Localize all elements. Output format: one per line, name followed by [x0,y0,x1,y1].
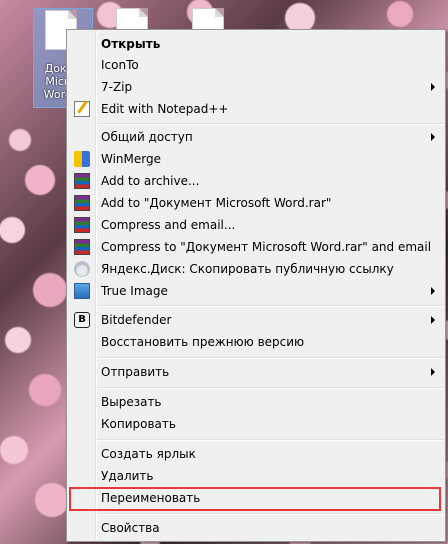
menu-item-label: Отправить [101,365,170,379]
submenu-arrow-icon [431,368,435,376]
winmerge-icon [74,151,90,167]
menu-item-label: Bitdefender [101,313,172,327]
notepad-icon [74,101,90,117]
menu-item-label: Копировать [101,417,176,431]
menu-item-delete[interactable]: Удалить [69,465,441,487]
menu-item-label: Свойства [101,521,160,535]
menu-item-label: Compress and email... [101,218,236,232]
menu-item-compress-rar-email[interactable]: Compress to "Документ Microsoft Word.rar… [69,236,441,258]
menu-item-notepadpp[interactable]: Edit with Notepad++ [69,98,441,120]
context-menu: Открыть IconTo 7-Zip Edit with Notepad++… [66,29,446,542]
menu-item-label: Compress to "Документ Microsoft Word.rar… [101,240,432,254]
menu-separator [97,439,443,441]
menu-separator [97,387,443,389]
menu-item-label: Вырезать [101,395,162,409]
menu-item-label: Удалить [101,469,154,483]
winrar-icon [74,239,90,255]
winrar-icon [74,217,90,233]
menu-item-add-to-archive[interactable]: Add to archive... [69,170,441,192]
menu-item-true-image[interactable]: True Image [69,280,441,302]
menu-item-sharing[interactable]: Общий доступ [69,126,441,148]
submenu-arrow-icon [431,83,435,91]
menu-item-send-to[interactable]: Отправить [69,361,441,383]
submenu-arrow-icon [431,316,435,324]
menu-separator [97,123,443,125]
menu-item-label: Яндекс.Диск: Скопировать публичную ссылк… [101,262,394,276]
bitdefender-icon: B [74,312,90,328]
menu-item-open[interactable]: Открыть [69,33,441,55]
menu-separator [97,357,443,359]
submenu-arrow-icon [431,133,435,141]
menu-item-restore-previous[interactable]: Восстановить прежнюю версию [69,331,441,353]
menu-item-yandex-disk[interactable]: Яндекс.Диск: Скопировать публичную ссылк… [69,258,441,280]
menu-item-copy[interactable]: Копировать [69,413,441,435]
menu-item-bitdefender[interactable]: B Bitdefender [69,309,441,331]
rename-highlight-box [69,487,441,511]
winrar-icon [74,195,90,211]
menu-item-label: Общий доступ [101,130,193,144]
menu-item-label: Edit with Notepad++ [101,102,229,116]
menu-item-properties[interactable]: Свойства [69,517,441,539]
menu-item-create-shortcut[interactable]: Создать ярлык [69,443,441,465]
menu-item-iconto[interactable]: IconTo [69,54,441,76]
menu-separator [97,513,443,515]
menu-separator [97,305,443,307]
menu-item-cut[interactable]: Вырезать [69,391,441,413]
menu-item-7zip[interactable]: 7-Zip [69,76,441,98]
menu-item-label: WinMerge [101,152,161,166]
menu-item-compress-email[interactable]: Compress and email... [69,214,441,236]
menu-item-label: True Image [101,284,168,298]
menu-item-add-to-rar[interactable]: Add to "Документ Microsoft Word.rar" [69,192,441,214]
menu-item-label: Add to "Документ Microsoft Word.rar" [101,196,332,210]
true-image-icon [74,283,90,299]
menu-item-label: 7-Zip [101,80,133,94]
menu-item-label: Add to archive... [101,174,200,188]
winrar-icon [74,173,90,189]
submenu-arrow-icon [431,287,435,295]
menu-item-label: Создать ярлык [101,447,196,461]
menu-item-label: Открыть [101,37,161,51]
menu-item-label: IconTo [101,58,139,72]
menu-item-label: Восстановить прежнюю версию [101,335,305,349]
menu-item-winmerge[interactable]: WinMerge [69,148,441,170]
yandex-disk-icon [74,261,90,277]
